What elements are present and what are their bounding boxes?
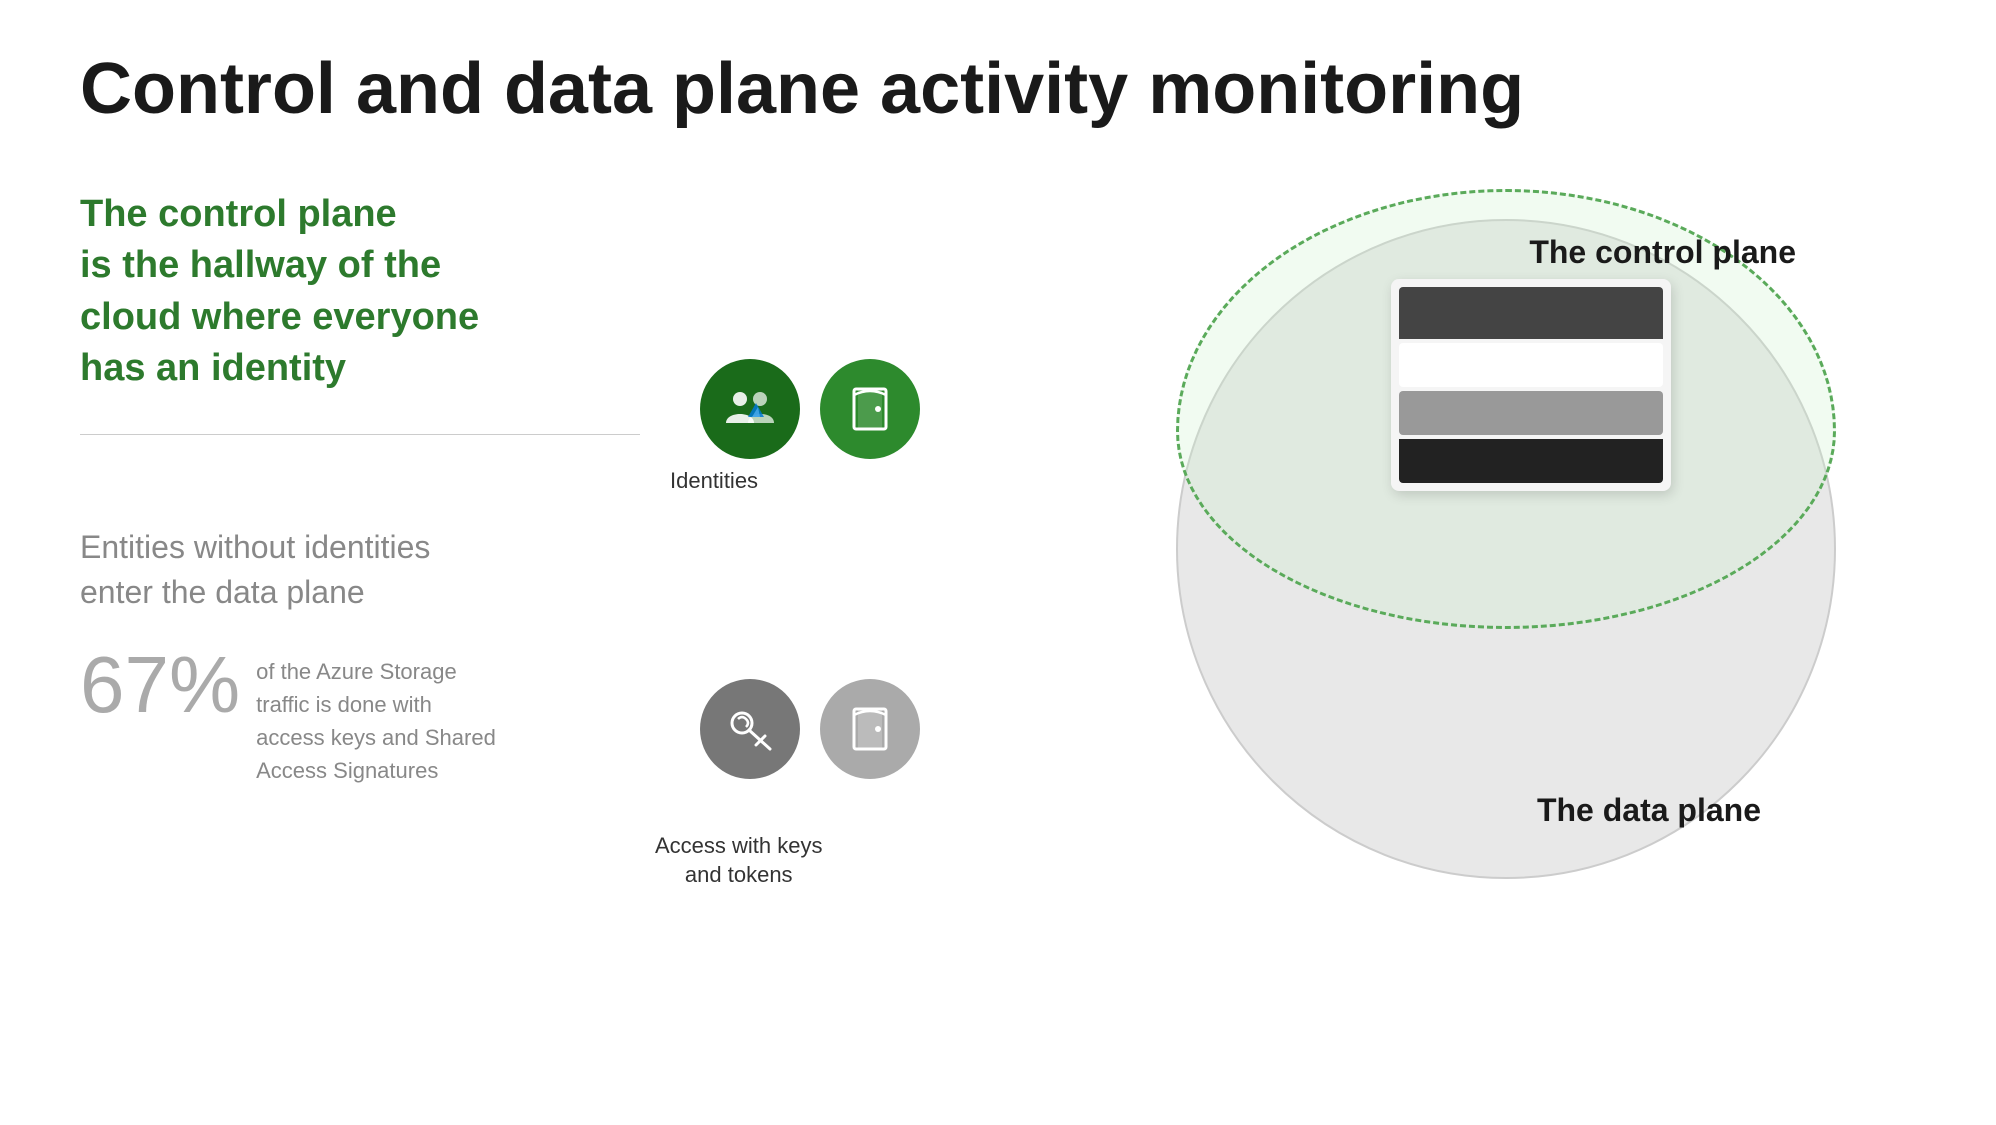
left-panel: The control plane is the hallway of the …: [80, 189, 640, 889]
keys-icon-circle: [700, 679, 800, 779]
keys-label: Access with keys and tokens: [655, 832, 823, 889]
stat-row: 67% of the Azure Storage traffic is done…: [80, 645, 640, 787]
green-line1: The control plane is the hallway of the …: [80, 189, 640, 394]
page-title: Control and data plane activity monitori…: [80, 50, 1916, 129]
door-icon-control: [820, 359, 920, 459]
server-row-mid: [1399, 391, 1663, 435]
stat-number: 67%: [80, 645, 240, 725]
door-icon-data: [820, 679, 920, 779]
entities-title: Entities without identities enter the da…: [80, 525, 640, 615]
page: Control and data plane activity monitori…: [0, 0, 1996, 1125]
people-icon: [722, 381, 778, 437]
server-row-dark: [1399, 287, 1663, 339]
server-row-black: [1399, 439, 1663, 483]
door-data-icon: [842, 701, 898, 757]
server-row-white: [1399, 343, 1663, 387]
gray-section: Entities without identities enter the da…: [80, 495, 640, 787]
green-text-block: The control plane is the hallway of the …: [80, 189, 640, 394]
identities-icon-circle: [700, 359, 800, 459]
door-control-icon: [842, 381, 898, 437]
server-graphic: [1391, 279, 1671, 491]
data-plane-label: The data plane: [1537, 792, 1761, 829]
control-plane-label: The control plane: [1529, 234, 1796, 271]
stat-description: of the Azure Storage traffic is done wit…: [256, 645, 496, 787]
keys-icon: [722, 701, 778, 757]
diagram-area: The control plane The data plane: [640, 189, 1916, 889]
identities-label: Identities: [670, 467, 758, 496]
horizontal-divider: [80, 434, 640, 435]
server-card: [1391, 279, 1671, 491]
content-area: The control plane is the hallway of the …: [80, 189, 1916, 889]
